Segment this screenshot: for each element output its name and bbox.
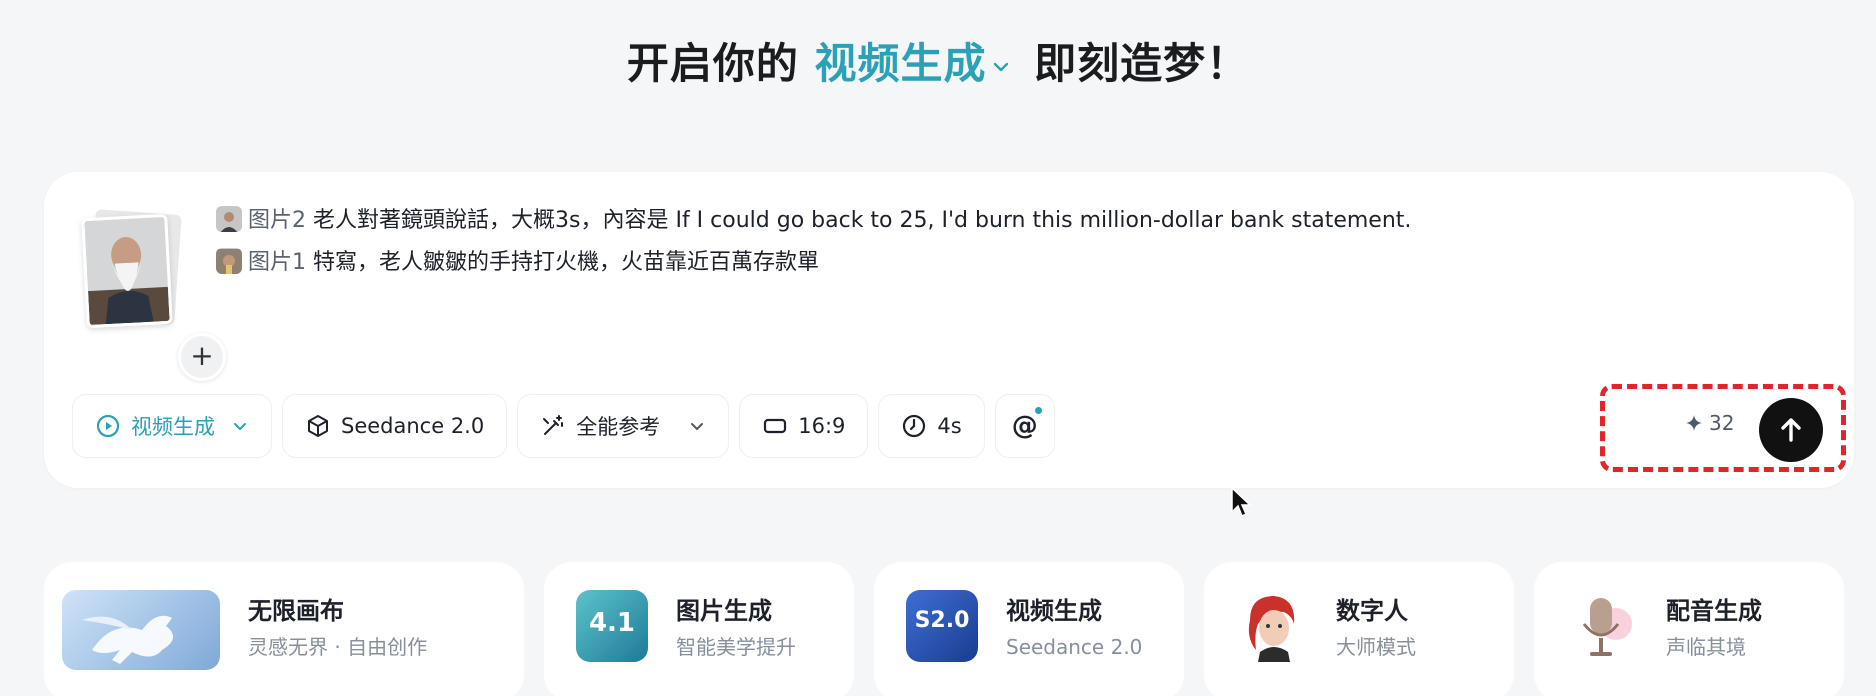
generation-toolbar: 视频生成 Seedance 2.0 全能参考 16:9 4s @ bbox=[72, 394, 1055, 458]
reference-thumb-1 bbox=[216, 248, 242, 274]
at-icon: @ bbox=[1011, 411, 1038, 441]
microphone-icon bbox=[1566, 590, 1638, 662]
credit-cost: 32 bbox=[1685, 411, 1734, 435]
video-model-badge: S2.0 bbox=[914, 608, 970, 633]
aspect-ratio-selector[interactable]: 16:9 bbox=[739, 394, 869, 458]
chevron-down-icon bbox=[691, 423, 704, 430]
mention-button[interactable]: @ bbox=[994, 394, 1055, 458]
reference-images[interactable]: + bbox=[81, 209, 226, 381]
magic-wand-icon bbox=[543, 415, 564, 435]
feature-title: 视频生成 bbox=[1006, 597, 1102, 625]
reference-mode-label: 全能参考 bbox=[576, 415, 661, 439]
duration-label: 4s bbox=[937, 414, 962, 438]
clock-icon bbox=[903, 414, 926, 438]
aspect-ratio-icon bbox=[764, 418, 787, 434]
prompt-input[interactable]: 图片2 老人對著鏡頭說話，大概3s，內容是 If I could go back… bbox=[216, 200, 1814, 284]
feature-title: 图片生成 bbox=[676, 597, 772, 625]
feature-cards: 无限画布 灵感无界 · 自由创作 4.1 图片生成 智能美学提升 S2.0 视频… bbox=[44, 562, 1844, 696]
feature-card-video-generation[interactable]: S2.0 视频生成 Seedance 2.0 bbox=[874, 562, 1184, 696]
mode-selector-label: 视频生成 bbox=[814, 39, 987, 88]
send-area-highlight: 32 bbox=[1600, 384, 1846, 472]
page-headline: 开启你的 视频生成 即刻造梦！ bbox=[0, 30, 1876, 91]
feature-subtitle: 智能美学提升 bbox=[676, 635, 796, 659]
arrow-up-icon bbox=[1781, 418, 1801, 442]
feature-title: 配音生成 bbox=[1666, 597, 1762, 625]
chevron-down-icon bbox=[993, 62, 1008, 71]
send-button[interactable] bbox=[1759, 398, 1823, 462]
cube-icon bbox=[308, 415, 328, 437]
generation-mode-dropdown[interactable]: 视频生成 bbox=[72, 394, 272, 458]
reference-image-elderly-man[interactable] bbox=[81, 213, 173, 329]
aspect-ratio-label: 16:9 bbox=[798, 414, 846, 438]
video-s2.0-icon: S2.0 bbox=[906, 590, 978, 662]
prompt-text-1: 老人對著鏡頭說話，大概3s，內容是 If I could go back to … bbox=[313, 208, 1412, 233]
generation-mode-label: 视频生成 bbox=[131, 415, 215, 439]
model-label: Seedance 2.0 bbox=[341, 414, 485, 438]
reference-tag-2[interactable]: 图片2 bbox=[248, 208, 306, 233]
feature-subtitle: 灵感无界 · 自由创作 bbox=[248, 635, 428, 659]
reference-mode-dropdown[interactable]: 全能参考 bbox=[517, 394, 730, 458]
prompt-line-1: 图片2 老人對著鏡頭說話，大概3s，內容是 If I could go back… bbox=[216, 200, 1814, 242]
video-play-icon bbox=[96, 414, 120, 438]
sparkle-icon bbox=[1686, 415, 1702, 431]
prompt-line-2: 图片1 特寫，老人皺皺的手持打火機，火苗靠近百萬存款單 bbox=[216, 242, 1814, 284]
digital-human-icon bbox=[1236, 590, 1308, 662]
feature-subtitle: 声临其境 bbox=[1666, 635, 1746, 659]
feature-subtitle: Seedance 2.0 bbox=[1006, 635, 1143, 659]
mouse-cursor-icon bbox=[1231, 486, 1252, 518]
notification-dot bbox=[1034, 407, 1042, 414]
feature-title: 数字人 bbox=[1336, 597, 1408, 625]
feature-card-infinite-canvas[interactable]: 无限画布 灵感无界 · 自由创作 bbox=[44, 562, 524, 696]
prompt-text-2: 特寫，老人皺皺的手持打火機，火苗靠近百萬存款單 bbox=[313, 250, 820, 275]
reference-tag-1[interactable]: 图片1 bbox=[248, 250, 306, 275]
prompt-card: + 图片2 老人對著鏡頭說話，大概3s，內容是 If I could go ba… bbox=[44, 172, 1854, 488]
image-4.1-icon: 4.1 bbox=[576, 590, 648, 662]
feature-card-image-generation[interactable]: 4.1 图片生成 智能美学提升 bbox=[544, 562, 854, 696]
feature-card-digital-human[interactable]: 数字人 大师模式 bbox=[1204, 562, 1514, 696]
credit-value: 32 bbox=[1709, 411, 1735, 435]
headline-suffix: 即刻造梦！ bbox=[1034, 39, 1250, 88]
chevron-down-icon bbox=[234, 423, 246, 430]
duration-selector[interactable]: 4s bbox=[878, 394, 985, 458]
feature-card-voice-generation[interactable]: 配音生成 声临其境 bbox=[1534, 562, 1844, 696]
model-selector[interactable]: Seedance 2.0 bbox=[282, 394, 508, 458]
feature-subtitle: 大师模式 bbox=[1336, 635, 1416, 659]
image-model-badge: 4.1 bbox=[588, 608, 636, 638]
headline-prefix: 开启你的 bbox=[626, 39, 799, 88]
mode-selector[interactable]: 视频生成 bbox=[814, 39, 1018, 88]
pegasus-icon bbox=[62, 590, 220, 670]
add-reference-button[interactable]: + bbox=[178, 333, 226, 381]
feature-title: 无限画布 bbox=[248, 597, 344, 625]
reference-thumb-2 bbox=[216, 206, 242, 232]
